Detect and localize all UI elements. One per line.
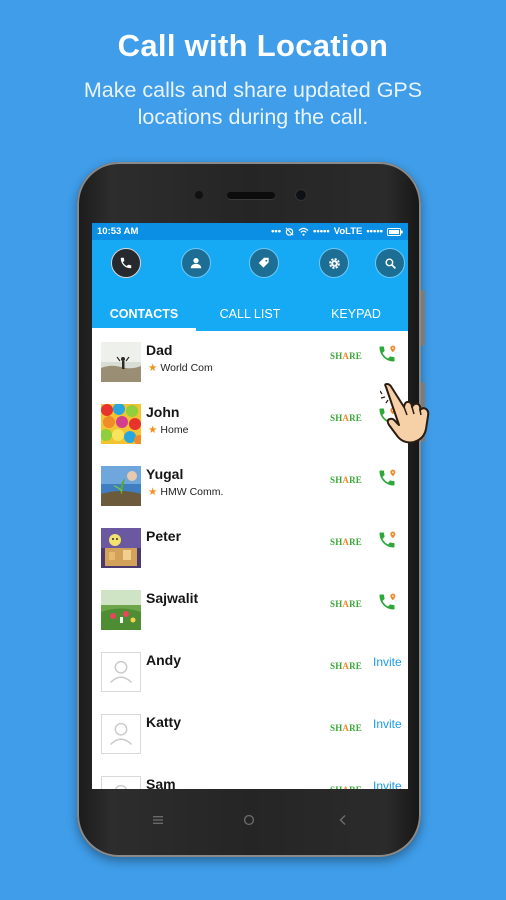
tag-button[interactable] <box>249 248 279 278</box>
contact-avatar <box>101 404 141 444</box>
network-type: VoLTE <box>333 226 363 237</box>
pointing-hand-icon <box>380 383 430 444</box>
phone-location-icon <box>379 531 396 548</box>
contact-org-label: Home <box>160 424 189 436</box>
contact-org-label: World Com <box>160 362 213 374</box>
contact-row[interactable]: Andy SHARE Invite <box>92 641 408 703</box>
invite-button[interactable]: Invite <box>373 779 402 789</box>
contacts-button[interactable] <box>181 248 211 278</box>
settings-button[interactable] <box>319 248 349 278</box>
contact-avatar <box>101 342 141 382</box>
tab-contacts[interactable]: CONTACTS <box>92 300 196 331</box>
contact-name: Peter <box>146 528 182 544</box>
contact-avatar-placeholder <box>101 714 141 754</box>
promo-subtitle-line-1: Make calls and share updated GPS <box>83 78 423 102</box>
earpiece-speaker <box>227 192 275 199</box>
phone-location-icon <box>379 345 396 362</box>
contact-name: Sajwalit <box>146 590 199 606</box>
contact-name: Dad <box>146 342 173 358</box>
search-icon <box>384 257 396 269</box>
contact-row[interactable]: Katty SHARE Invite <box>92 703 408 765</box>
contact-avatar <box>101 466 141 506</box>
star-icon: ★ <box>148 424 158 436</box>
contact-name: Katty <box>146 714 182 730</box>
tab-call-list[interactable]: CALL LIST <box>196 300 304 331</box>
contact-avatar <box>101 590 141 630</box>
star-icon: ★ <box>148 362 158 374</box>
signal-dots-icon: ••••• <box>313 226 330 237</box>
settings-icon <box>328 257 340 269</box>
call-with-location-button[interactable] <box>377 468 397 493</box>
contact-row[interactable]: Peter SHARE <box>92 517 408 579</box>
contact-icon <box>190 258 202 269</box>
promo-title: Call with Location <box>117 28 389 63</box>
search-button[interactable] <box>375 248 405 278</box>
share-location-label[interactable]: SHARE <box>330 661 362 671</box>
share-location-label[interactable]: SHARE <box>330 413 362 423</box>
status-bar: 10:53 AM ••• ••••• VoLTE ••••• <box>92 223 408 240</box>
phone-tab-button[interactable] <box>111 248 141 278</box>
contact-name: John <box>146 404 180 420</box>
contact-org: ★ Home <box>148 424 188 436</box>
front-camera <box>296 190 306 200</box>
tab-bar: CONTACTS CALL LIST KEYPAD <box>92 300 408 331</box>
contact-avatar-placeholder <box>101 776 141 789</box>
contact-name: Sam <box>146 776 176 789</box>
contact-org: ★ World Com <box>148 362 213 374</box>
invite-button[interactable]: Invite <box>373 717 402 731</box>
contact-row[interactable]: Yugal ★ HMW Comm. SHARE <box>92 455 408 517</box>
contact-name: Andy <box>146 652 181 668</box>
share-location-label[interactable]: SHARE <box>330 599 362 609</box>
phone-frame: 10:53 AM ••• ••••• VoLTE ••••• CONTACTS … <box>77 162 425 857</box>
phone-icon <box>120 257 132 269</box>
phone-location-icon <box>379 593 396 610</box>
share-location-label[interactable]: SHARE <box>330 475 362 485</box>
contact-name: Yugal <box>146 466 184 482</box>
dots-icon: ••• <box>271 226 282 237</box>
tag-icon <box>258 257 269 268</box>
status-icons: ••• ••••• VoLTE ••••• <box>271 226 403 237</box>
wifi-icon <box>298 227 309 236</box>
phone-volume-button <box>421 290 425 346</box>
invite-button[interactable]: Invite <box>373 655 402 669</box>
menu-icon[interactable] <box>152 814 164 826</box>
android-nav-bar <box>77 805 421 835</box>
back-icon[interactable] <box>337 814 349 826</box>
app-bar: CONTACTS CALL LIST KEYPAD <box>92 240 408 331</box>
contact-avatar <box>101 528 141 568</box>
contact-row[interactable]: John ★ Home SHARE <box>92 393 408 455</box>
share-location-label[interactable]: SHARE <box>330 351 362 361</box>
contact-row[interactable]: Dad ★ World Com SHARE <box>92 331 408 393</box>
share-location-label[interactable]: SHARE <box>330 537 362 547</box>
contact-row[interactable]: Sam SHARE Invite <box>92 765 408 789</box>
contact-row[interactable]: Sajwalit SHARE <box>92 579 408 641</box>
battery-icon <box>387 227 403 236</box>
person-placeholder-icon <box>110 660 132 683</box>
promo-subtitle: Make calls and share updated GPS locatio… <box>40 77 466 131</box>
tab-keypad[interactable]: KEYPAD <box>304 300 408 331</box>
promo-subtitle-line-2: locations during the call. <box>137 105 369 129</box>
sensor <box>195 191 203 199</box>
home-icon[interactable] <box>243 814 255 826</box>
status-time: 10:53 AM <box>97 226 139 237</box>
call-with-location-button[interactable] <box>377 344 397 369</box>
signal-dots-icon-2: ••••• <box>366 226 383 237</box>
person-placeholder-icon <box>114 784 128 789</box>
contact-org: ★ HMW Comm. <box>148 486 223 498</box>
person-placeholder-icon <box>110 722 132 745</box>
star-icon: ★ <box>148 486 158 498</box>
share-location-label[interactable]: SHARE <box>330 723 362 733</box>
share-location-label[interactable]: SHARE <box>330 785 362 789</box>
alarm-icon <box>285 227 294 236</box>
call-with-location-button[interactable] <box>377 592 397 617</box>
phone-location-icon <box>379 469 396 486</box>
phone-screen: 10:53 AM ••• ••••• VoLTE ••••• CONTACTS … <box>92 223 408 789</box>
contact-avatar-placeholder <box>101 652 141 692</box>
contact-org-label: HMW Comm. <box>160 486 224 498</box>
call-with-location-button[interactable] <box>377 530 397 555</box>
